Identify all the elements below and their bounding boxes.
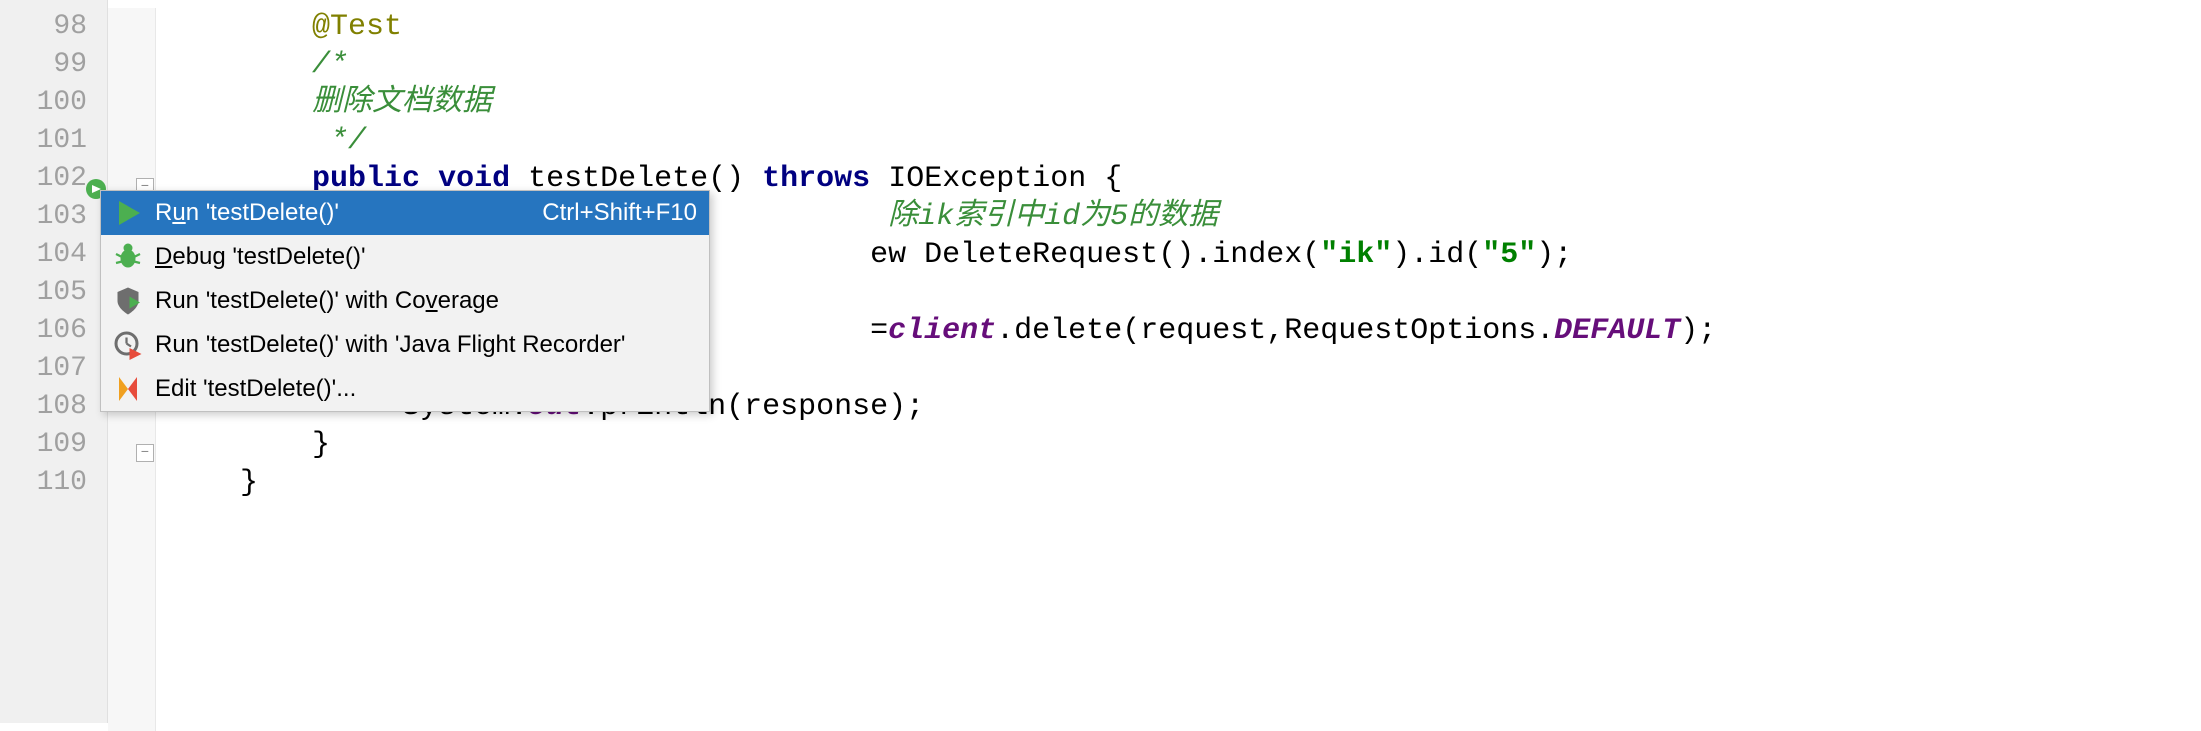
line-number: 108 — [0, 388, 107, 426]
line-number: 103 — [0, 198, 107, 236]
code-line: } — [168, 426, 2201, 464]
line-number: 98 — [0, 8, 107, 46]
field: client — [888, 314, 996, 348]
menu-shortcut: Ctrl+Shift+F10 — [522, 199, 697, 227]
comment: 除ik索引中id为5的数据 — [888, 200, 1218, 234]
class-name: IOException — [888, 162, 1086, 196]
code-editor: 98 99 100 101 102 103 104 105 106 107 10… — [0, 0, 2201, 723]
menu-label: Run 'testDelete()' — [155, 199, 522, 227]
menu-item-debug[interactable]: Debug 'testDelete()' — [101, 235, 709, 279]
line-number: 104 — [0, 236, 107, 274]
menu-item-run[interactable]: Run 'testDelete()' Ctrl+Shift+F10 — [101, 191, 709, 235]
code-line: /* — [168, 46, 2201, 84]
menu-item-edit[interactable]: Edit 'testDelete()'... — [101, 367, 709, 411]
line-number: 101 — [0, 122, 107, 160]
code-line: 删除文档数据 — [168, 84, 2201, 122]
annotation: @Test — [312, 10, 402, 44]
line-number: 105 — [0, 274, 107, 312]
line-number: 109 — [0, 426, 107, 464]
line-number: 100 — [0, 84, 107, 122]
keyword: throws — [762, 162, 870, 196]
bug-icon — [113, 242, 143, 272]
comment: /* — [312, 48, 348, 82]
play-icon — [113, 198, 143, 228]
string-literal: "5" — [1482, 238, 1536, 272]
constant: DEFAULT — [1554, 314, 1680, 348]
menu-label: Run 'testDelete()' with 'Java Flight Rec… — [155, 331, 697, 359]
comment: */ — [312, 124, 366, 158]
line-number: 107 — [0, 350, 107, 388]
shield-play-icon — [113, 286, 143, 316]
menu-label: Run 'testDelete()' with Coverage — [155, 287, 697, 315]
edit-config-icon — [113, 374, 143, 404]
comment: 删除文档数据 — [312, 86, 492, 120]
line-number: 106 — [0, 312, 107, 350]
context-menu: Run 'testDelete()' Ctrl+Shift+F10 Debug … — [100, 190, 710, 412]
code-line: @Test — [168, 8, 2201, 46]
string-literal: "ik" — [1320, 238, 1392, 272]
line-number-gutter: 98 99 100 101 102 103 104 105 106 107 10… — [0, 0, 108, 723]
menu-item-jfr[interactable]: Run 'testDelete()' with 'Java Flight Rec… — [101, 323, 709, 367]
menu-label: Edit 'testDelete()'... — [155, 375, 697, 403]
clock-play-icon — [113, 330, 143, 360]
code-line: } — [168, 464, 2201, 502]
line-number: 99 — [0, 46, 107, 84]
code-line: */ — [168, 122, 2201, 160]
menu-label: Debug 'testDelete()' — [155, 243, 697, 271]
line-number: 110 — [0, 464, 107, 502]
menu-item-coverage[interactable]: Run 'testDelete()' with Coverage — [101, 279, 709, 323]
